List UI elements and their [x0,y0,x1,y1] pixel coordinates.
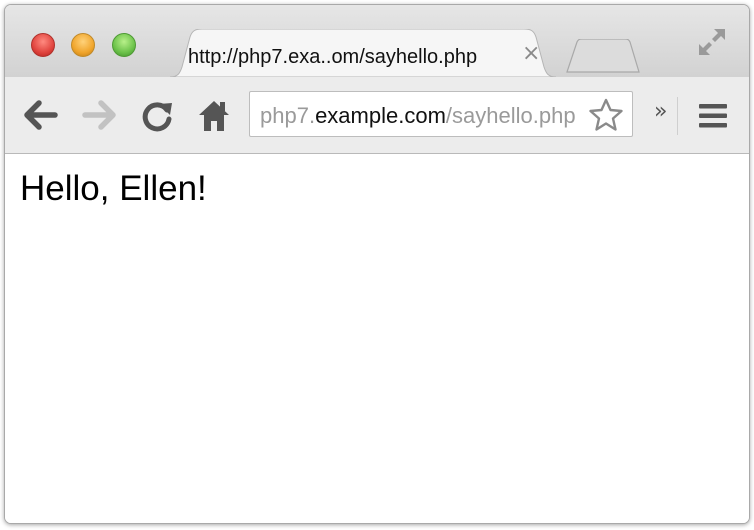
minimize-window-button[interactable] [71,33,95,57]
url-path: /sayhello.php [445,103,576,128]
new-tab-button[interactable] [565,38,641,78]
greeting-text: Hello, Ellen! [20,169,207,208]
tab-strip: http://php7.exa..om/sayhello.php × [5,5,749,77]
close-window-button[interactable] [31,33,55,57]
address-bar[interactable]: php7.example.com/sayhello.php [249,91,633,137]
extensions-overflow-icon[interactable]: » [654,101,667,123]
tab-title: http://php7.exa..om/sayhello.php [188,46,478,68]
active-tab[interactable]: http://php7.exa..om/sayhello.php × [170,29,556,77]
toolbar: php7.example.com/sayhello.php » [5,77,749,154]
home-icon[interactable] [196,99,232,138]
url-text[interactable]: php7.example.com/sayhello.php [260,103,576,129]
reload-icon[interactable] [139,99,175,138]
forward-arrow-icon[interactable] [81,99,117,136]
url-prefix: php7. [260,103,316,128]
tab-close-icon[interactable]: × [522,43,540,65]
fullscreen-icon[interactable] [695,25,729,64]
menu-icon[interactable] [698,103,728,134]
back-arrow-icon[interactable] [23,99,59,136]
page-content: Hello, Ellen! [5,154,749,523]
zoom-window-button[interactable] [112,33,136,57]
star-icon[interactable] [588,97,624,138]
toolbar-divider [677,97,678,135]
url-host: example.com [315,103,446,128]
browser-window: http://php7.exa..om/sayhello.php × php7.… [4,4,750,524]
